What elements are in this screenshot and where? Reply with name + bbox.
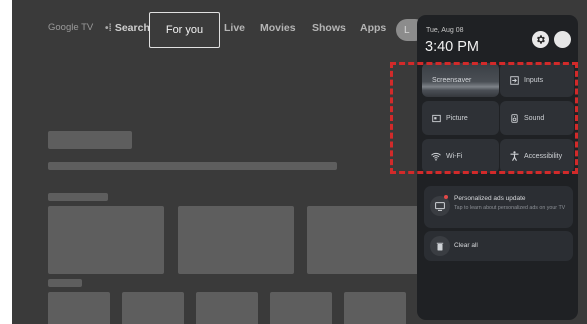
panel-date: Tue, Aug 08 [426, 27, 464, 34]
clear-all-button[interactable]: Clear all [424, 231, 573, 261]
wifi-icon [431, 151, 441, 161]
placeholder-card[interactable] [196, 292, 258, 324]
picture-icon [431, 113, 441, 123]
tab-live[interactable]: Live [224, 22, 245, 34]
tile-label: Accessibility [524, 152, 563, 160]
placeholder-card[interactable] [48, 292, 110, 324]
input-icon [509, 75, 519, 85]
placeholder-row-label [48, 279, 82, 287]
placeholder-card[interactable] [178, 206, 294, 274]
placeholder-title [48, 131, 132, 149]
tile-label: Picture [446, 114, 468, 122]
tile-label: Inputs [524, 76, 544, 84]
notification-body: Tap to learn about personalized ads on y… [454, 205, 566, 211]
placeholder-card[interactable] [270, 292, 332, 324]
search-tab[interactable]: •⁞ Search [105, 22, 150, 34]
tile-label: Wi-Fi [446, 152, 463, 160]
trash-icon [430, 236, 450, 256]
speaker-icon [509, 113, 519, 123]
settings-gear-icon[interactable] [532, 31, 549, 48]
tile-wifi[interactable]: Wi-Fi [422, 139, 499, 173]
google-tv-logo: Google TV [48, 22, 94, 33]
tile-label: Sound [524, 114, 545, 122]
tile-inputs[interactable]: Inputs [500, 63, 574, 97]
avatar-letter: L [404, 24, 410, 36]
tv-icon [430, 196, 450, 216]
quick-settings-panel: Tue, Aug 08 3:40 PM Screensaver Inputs P… [417, 15, 578, 320]
placeholder-card[interactable] [344, 292, 406, 324]
tab-movies[interactable]: Movies [260, 22, 296, 34]
placeholder-subtitle [48, 162, 337, 170]
tile-screensaver[interactable]: Screensaver [422, 63, 499, 97]
tab-for-you[interactable]: For you [149, 12, 220, 48]
tile-picture[interactable]: Picture [422, 101, 499, 135]
tile-sound[interactable]: Sound [500, 101, 574, 135]
profile-icon[interactable] [554, 31, 571, 48]
tile-accessibility[interactable]: Accessibility [500, 139, 574, 173]
placeholder-card[interactable] [122, 292, 184, 324]
tab-apps[interactable]: Apps [360, 22, 386, 34]
mic-icon: •⁞ [105, 23, 112, 34]
tab-shows[interactable]: Shows [312, 22, 346, 34]
placeholder-row-label [48, 193, 108, 201]
clear-all-label: Clear all [454, 242, 478, 249]
accessibility-icon [509, 151, 519, 161]
notification-card[interactable]: Personalized ads update Tap to learn abo… [424, 186, 573, 228]
tile-label: Screensaver [432, 76, 472, 84]
notification-title: Personalized ads update [454, 195, 526, 202]
search-label: Search [114, 22, 150, 34]
placeholder-card[interactable] [48, 206, 164, 274]
unread-dot [444, 195, 448, 199]
placeholder-card[interactable] [307, 206, 423, 274]
panel-time: 3:40 PM [425, 39, 479, 55]
